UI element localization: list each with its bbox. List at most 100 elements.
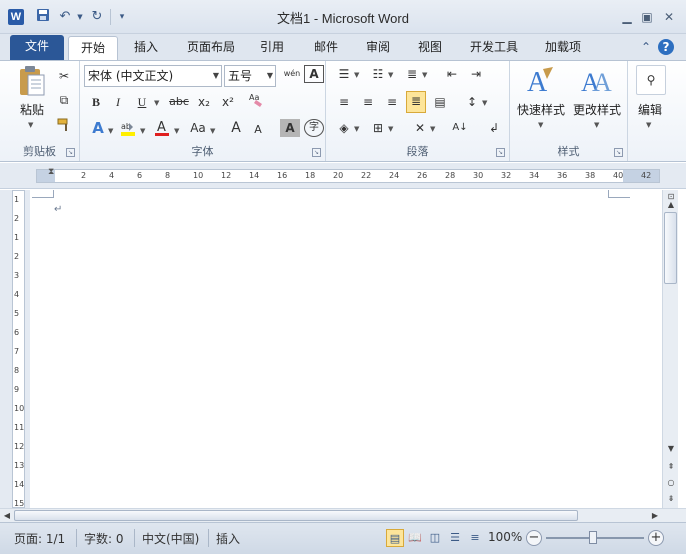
quick-styles-dropdown-icon[interactable]: ▼	[538, 121, 543, 129]
cut-icon[interactable]: ✂	[54, 67, 74, 87]
font-size-dropdown-icon[interactable]: ▼	[267, 66, 273, 86]
subscript-button[interactable]: x₂	[194, 93, 214, 113]
indent-marker-icon[interactable]: ⧗	[48, 167, 54, 177]
clear-formatting-icon[interactable]: Aa	[246, 91, 266, 111]
print-layout-view-icon[interactable]: ▤	[386, 529, 404, 547]
draft-view-icon[interactable]: ≡	[466, 529, 484, 547]
format-painter-icon[interactable]	[54, 117, 74, 137]
document-page[interactable]: ↵	[30, 190, 662, 508]
highlight-dropdown-icon[interactable]: ▼	[140, 127, 145, 135]
multilevel-list-icon[interactable]: ≣	[402, 65, 422, 85]
quick-styles-label[interactable]: 快速样式	[512, 101, 570, 118]
shrink-font-button[interactable]: A	[248, 121, 268, 141]
bullets-dropdown-icon[interactable]: ▼	[354, 71, 359, 79]
change-styles-label[interactable]: 更改样式	[568, 101, 626, 118]
tab-review[interactable]: 审阅	[358, 36, 398, 60]
highlight-icon[interactable]: ab	[118, 119, 138, 139]
chinese-layout-dropdown-icon[interactable]: ▼	[430, 125, 435, 133]
sort-icon[interactable]: A↓	[450, 119, 470, 139]
tab-insert[interactable]: 插入	[124, 36, 168, 60]
outline-view-icon[interactable]: ☰	[446, 529, 464, 547]
horizontal-scroll-thumb[interactable]	[14, 510, 578, 521]
vertical-scroll-thumb[interactable]	[664, 212, 677, 284]
font-launcher-icon[interactable]: ↘	[312, 148, 321, 157]
scroll-up-icon[interactable]: ▲	[664, 198, 678, 212]
underline-button[interactable]: U	[132, 93, 152, 113]
paste-dropdown-icon[interactable]: ▼	[28, 121, 33, 129]
zoom-slider-thumb[interactable]	[589, 531, 597, 544]
character-border-icon[interactable]: A	[304, 65, 324, 83]
next-page-icon[interactable]: ⇟	[664, 492, 678, 506]
tab-developer[interactable]: 开发工具	[462, 36, 526, 60]
tab-home[interactable]: 开始	[68, 36, 118, 60]
multilevel-dropdown-icon[interactable]: ▼	[422, 71, 427, 79]
borders-dropdown-icon[interactable]: ▼	[388, 125, 393, 133]
tab-references[interactable]: 引用	[252, 36, 292, 60]
close-icon[interactable]: ✕	[660, 9, 678, 25]
font-name-dropdown-icon[interactable]: ▼	[213, 66, 219, 86]
distributed-icon[interactable]: ▤	[430, 93, 450, 113]
zoom-in-icon[interactable]: +	[648, 530, 664, 546]
insert-mode-indicator[interactable]: 插入	[216, 530, 240, 547]
font-size-combo[interactable]: 五号 ▼	[224, 65, 276, 87]
tab-page-layout[interactable]: 页面布局	[178, 36, 244, 60]
strikethrough-button[interactable]: abc	[166, 93, 192, 113]
vertical-scrollbar[interactable]: ⊡ ▲ ▼ ⇞ ○ ⇟	[662, 190, 678, 508]
borders-icon[interactable]: ⊞	[368, 119, 388, 139]
paste-label[interactable]: 粘贴	[14, 101, 50, 118]
font-color-icon[interactable]: A	[152, 119, 172, 139]
shading-icon[interactable]: ◈	[334, 119, 354, 139]
text-effects-dropdown-icon[interactable]: ▼	[108, 127, 113, 135]
tab-mailings[interactable]: 邮件	[306, 36, 346, 60]
line-spacing-icon[interactable]: ↕	[462, 93, 482, 113]
maximize-icon[interactable]: ▣	[638, 9, 656, 25]
minimize-ribbon-icon[interactable]: ⌃	[638, 39, 654, 55]
quick-styles-icon[interactable]: A	[522, 63, 558, 99]
editing-dropdown-icon[interactable]: ▼	[646, 121, 651, 129]
paragraph-launcher-icon[interactable]: ↘	[496, 148, 505, 157]
copy-icon[interactable]: ⧉	[54, 91, 74, 111]
full-screen-reading-icon[interactable]: 📖	[406, 529, 424, 547]
phonetic-guide-icon[interactable]: wén	[282, 65, 302, 85]
grow-font-button[interactable]: A	[226, 119, 246, 139]
font-name-combo[interactable]: 宋体 (中文正文) ▼	[84, 65, 222, 87]
language-indicator[interactable]: 中文(中国)	[142, 530, 199, 547]
tab-addins[interactable]: 加载项	[536, 36, 590, 60]
increase-indent-icon[interactable]: ⇥	[466, 65, 486, 85]
italic-button[interactable]: I	[108, 93, 128, 113]
chinese-layout-icon[interactable]: ✕	[410, 119, 430, 139]
bullets-icon[interactable]: ☰	[334, 65, 354, 85]
scroll-left-icon[interactable]: ◀	[0, 509, 14, 522]
line-spacing-dropdown-icon[interactable]: ▼	[482, 99, 487, 107]
align-left-icon[interactable]: ≡	[334, 93, 354, 113]
justify-icon[interactable]: ≣	[406, 91, 426, 113]
previous-page-icon[interactable]: ⇞	[664, 460, 678, 474]
word-count[interactable]: 字数: 0	[84, 530, 124, 547]
bold-button[interactable]: B	[86, 93, 106, 113]
editing-label[interactable]: 编辑	[630, 101, 670, 118]
web-layout-icon[interactable]: ◫	[426, 529, 444, 547]
styles-launcher-icon[interactable]: ↘	[614, 148, 623, 157]
font-color-dropdown-icon[interactable]: ▼	[174, 127, 179, 135]
paste-icon[interactable]	[16, 65, 48, 101]
shading-dropdown-icon[interactable]: ▼	[354, 125, 359, 133]
decrease-indent-icon[interactable]: ⇤	[442, 65, 462, 85]
character-shading-button[interactable]: A	[280, 119, 300, 137]
change-case-dropdown-icon[interactable]: ▼	[210, 127, 215, 135]
underline-dropdown-icon[interactable]: ▼	[154, 99, 159, 107]
zoom-level[interactable]: 100%	[488, 530, 522, 544]
text-effects-icon[interactable]: A	[88, 119, 108, 139]
scroll-down-icon[interactable]: ▼	[664, 442, 678, 456]
page-count[interactable]: 页面: 1/1	[14, 530, 65, 547]
clipboard-launcher-icon[interactable]: ↘	[66, 148, 75, 157]
change-case-button[interactable]: Aa	[186, 119, 210, 139]
tab-file[interactable]: 文件	[10, 35, 64, 60]
show-marks-icon[interactable]: ↲	[484, 119, 504, 139]
find-binoculars-icon[interactable]: ⚲	[636, 65, 666, 95]
change-styles-dropdown-icon[interactable]: ▼	[594, 121, 599, 129]
minimize-icon[interactable]: ▁	[618, 9, 636, 25]
change-styles-icon[interactable]: AA	[578, 63, 614, 99]
align-center-icon[interactable]: ≡	[358, 93, 378, 113]
tab-view[interactable]: 视图	[410, 36, 450, 60]
scroll-right-icon[interactable]: ▶	[648, 509, 662, 522]
